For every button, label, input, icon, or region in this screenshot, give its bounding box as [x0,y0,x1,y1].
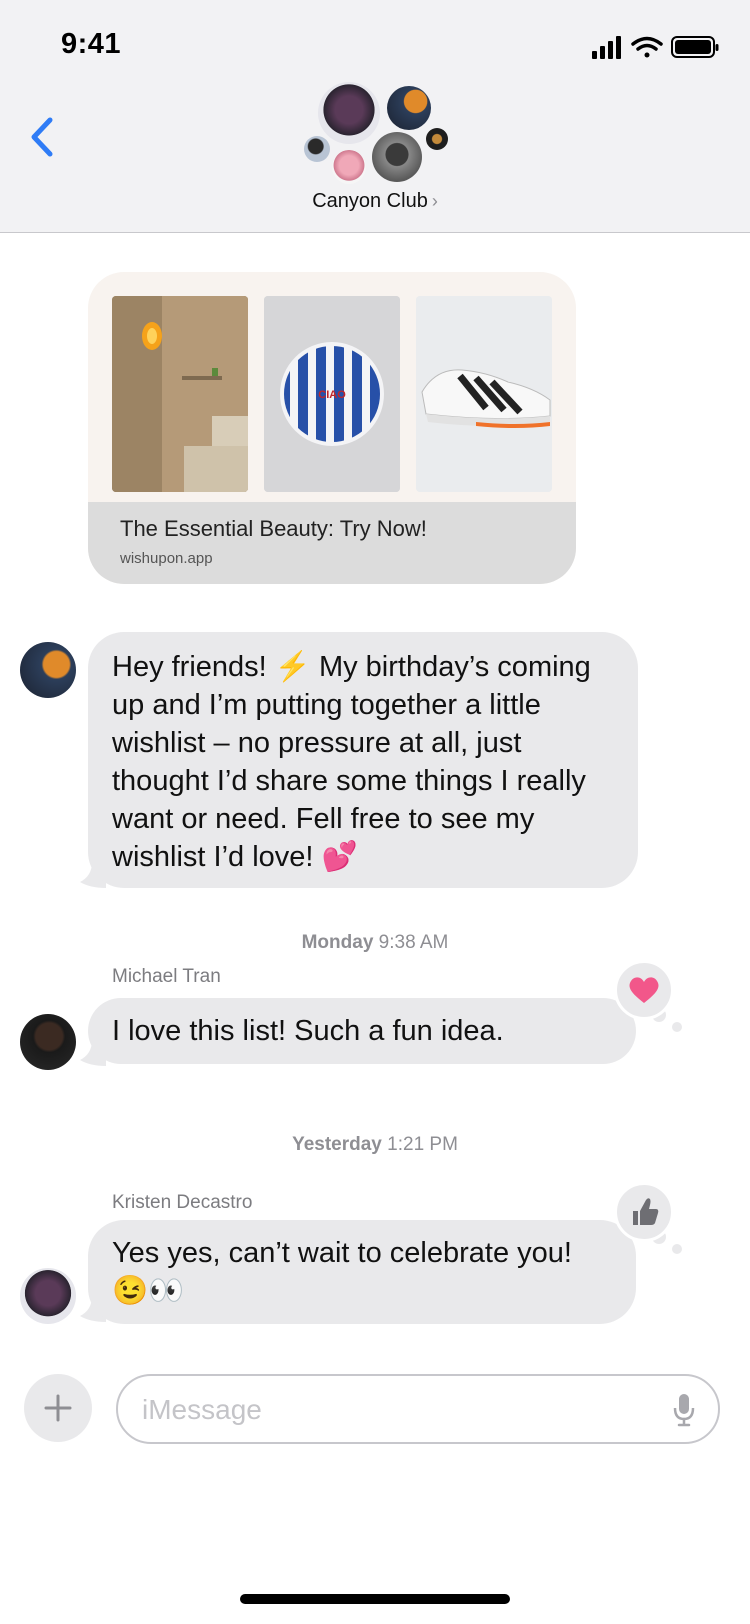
avatar[interactable] [20,642,76,698]
link-title: The Essential Beauty: Try Now! [120,516,427,541]
group-name-label: Canyon Club [312,190,428,212]
sender-name: Kristen Decastro [112,1192,253,1213]
preview-image-lamp [112,296,248,492]
timestamp-day: Monday [301,932,374,953]
preview-image-sneaker [416,296,552,492]
link-domain: wishupon.app [120,550,213,567]
avatar[interactable] [20,1014,76,1070]
message-text: I love this list! Such a fun idea. [112,1015,504,1047]
preview-image-plate: CIAO [264,296,400,492]
group-avatar-cluster[interactable] [300,80,460,192]
back-chevron-icon[interactable] [24,112,64,162]
wall-lamp-image [112,296,248,492]
timestamp: Monday 9:38 AM [0,932,750,954]
member-avatar [426,128,448,150]
avatar[interactable] [20,1268,76,1324]
message-text: Hey friends! ⚡ My birthday’s coming up a… [112,651,591,873]
link-preview-footer: The Essential Beauty: Try Now! wishupon.… [88,502,576,584]
striped-plate-image: CIAO [264,296,400,492]
tapback-dot [672,1022,682,1032]
tapback-reaction[interactable] [614,1182,674,1242]
plus-icon [44,1394,72,1422]
status-icons [592,36,719,59]
message-input-placeholder: iMessage [142,1394,262,1425]
member-avatar [304,136,330,162]
message-text: Yes yes, can’t wait to celebrate you! 😉👀 [112,1237,572,1307]
member-avatar [318,82,380,144]
sender-name: Michael Tran [112,966,221,987]
thumbs-up-icon [633,1198,659,1225]
plate-text: CIAO [318,389,346,401]
message-bubble[interactable]: I love this list! Such a fun idea. [88,998,636,1064]
timestamp: Yesterday 1:21 PM [0,1134,750,1156]
message-input[interactable]: iMessage [116,1374,720,1444]
message-bubble[interactable]: Yes yes, can’t wait to celebrate you! 😉👀 [88,1220,636,1324]
wifi-icon [631,36,663,58]
group-name[interactable]: Canyon Club › [0,190,750,213]
add-attachment-button[interactable] [24,1374,92,1442]
tapback-reaction[interactable] [614,960,674,1020]
home-indicator[interactable] [240,1594,510,1604]
link-preview-card[interactable]: CIAO The Essential Beauty: Try Now! wish… [88,272,576,584]
sneaker-image [416,296,552,492]
status-time: 9:41 [61,28,122,60]
tapback-dot [672,1244,682,1254]
member-avatar [372,132,422,182]
member-avatar [332,150,366,184]
member-avatar [387,86,431,130]
chevron-right-icon: › [431,191,438,211]
timestamp-time: 1:21 PM [387,1134,458,1155]
cellular-signal-icon [592,36,621,59]
message-bubble[interactable]: Hey friends! ⚡ My birthday’s coming up a… [88,632,638,888]
microphone-icon[interactable] [672,1392,696,1428]
heart-icon [629,977,659,1003]
timestamp-day: Yesterday [292,1134,382,1155]
conversation-header: 9:41 Canyon Club › [0,0,750,233]
battery-icon [671,36,719,58]
timestamp-time: 9:38 AM [378,932,449,953]
